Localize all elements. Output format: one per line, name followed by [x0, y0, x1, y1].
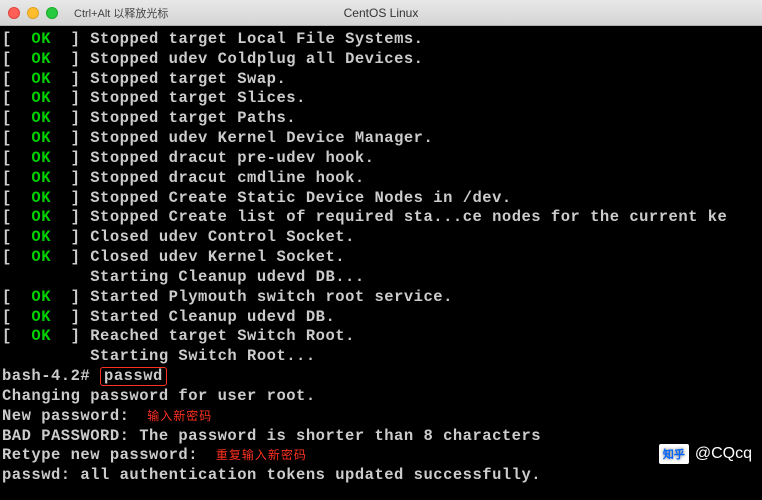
boot-line: [ OK ] Stopped udev Kernel Device Manage…	[2, 129, 760, 149]
boot-line: [ OK ] Stopped dracut pre-udev hook.	[2, 149, 760, 169]
boot-line: [ OK ] Closed udev Control Socket.	[2, 228, 760, 248]
shell-line: passwd: all authentication tokens update…	[2, 466, 760, 486]
shell-line: Retype new password: 重复输入新密码	[2, 446, 760, 466]
window-title: CentOS Linux	[344, 6, 419, 20]
boot-line: [ OK ] Stopped udev Coldplug all Devices…	[2, 50, 760, 70]
boot-line: [ OK ] Stopped target Slices.	[2, 89, 760, 109]
boot-log: [ OK ] Stopped target Local File Systems…	[2, 30, 760, 367]
traffic-lights	[8, 7, 58, 19]
minimize-icon[interactable]	[27, 7, 39, 19]
boot-line: [ OK ] Stopped dracut cmdline hook.	[2, 169, 760, 189]
boot-line: [ OK ] Stopped Create Static Device Node…	[2, 189, 760, 209]
annotation-text: 重复输入新密码	[216, 448, 307, 462]
boot-line: [ OK ] Stopped target Local File Systems…	[2, 30, 760, 50]
boot-line: [ OK ] Started Cleanup udevd DB.	[2, 308, 760, 328]
boot-line: [ OK ] Stopped target Paths.	[2, 109, 760, 129]
boot-line: Starting Switch Root...	[2, 347, 760, 367]
boot-line: [ OK ] Started Plymouth switch root serv…	[2, 288, 760, 308]
close-icon[interactable]	[8, 7, 20, 19]
watermark-author: @CQcq	[695, 445, 752, 463]
boot-line: [ OK ] Reached target Switch Root.	[2, 327, 760, 347]
command-highlight: passwd	[100, 367, 167, 386]
watermark: 知乎 @CQcq	[659, 444, 752, 464]
titlebar: Ctrl+Alt 以释放光标 CentOS Linux	[0, 0, 762, 26]
maximize-icon[interactable]	[46, 7, 58, 19]
boot-line: [ OK ] Stopped Create list of required s…	[2, 208, 760, 228]
keyboard-hint: Ctrl+Alt 以释放光标	[74, 5, 168, 21]
shell-prompt: bash-4.2#	[2, 367, 100, 385]
boot-line: [ OK ] Closed udev Kernel Socket.	[2, 248, 760, 268]
shell-output: Changing password for user root.New pass…	[2, 387, 760, 486]
shell-line: BAD PASSWORD: The password is shorter th…	[2, 427, 760, 447]
shell-prompt-line: bash-4.2# passwd	[2, 367, 760, 387]
boot-line: [ OK ] Stopped target Swap.	[2, 70, 760, 90]
shell-line: New password: 输入新密码	[2, 407, 760, 427]
annotation-text: 输入新密码	[147, 409, 212, 423]
shell-line: Changing password for user root.	[2, 387, 760, 407]
boot-line: Starting Cleanup udevd DB...	[2, 268, 760, 288]
terminal-output[interactable]: [ OK ] Stopped target Local File Systems…	[0, 26, 762, 490]
zhihu-logo-icon: 知乎	[659, 444, 689, 464]
